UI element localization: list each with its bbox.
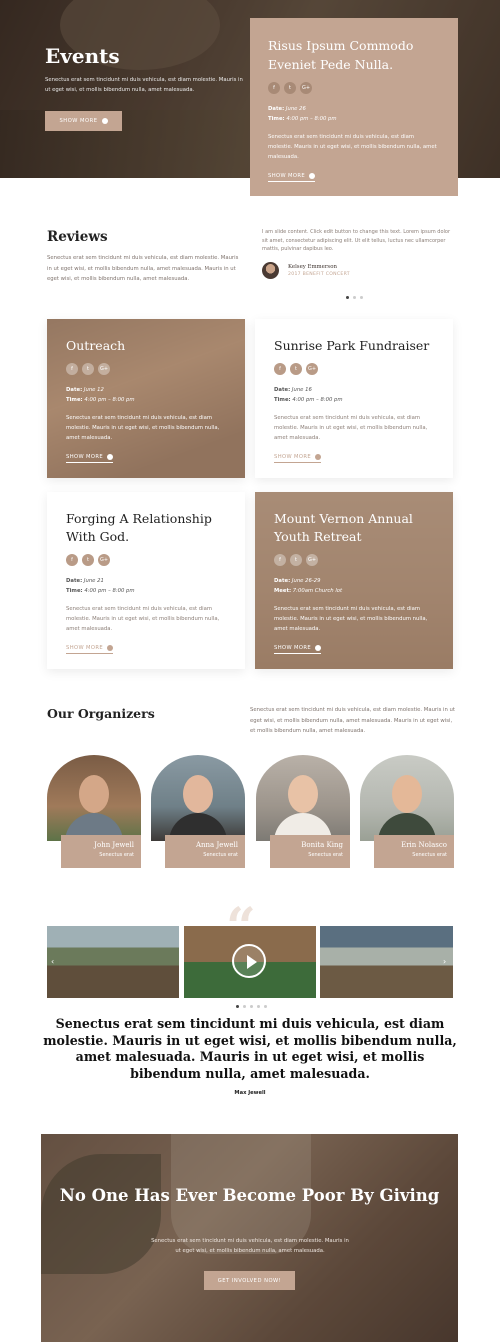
slider-dot[interactable]	[250, 1005, 253, 1008]
event-card-forging-relationship: Forging A Relationship With God. f t G+ …	[47, 492, 245, 669]
hero-show-more-button[interactable]: Show More	[45, 111, 122, 131]
hero-text: Senectus erat sem tincidunt mi duis vehi…	[45, 77, 243, 93]
testimonial-author-name: Kelsey Emmerson	[288, 264, 337, 270]
gallery-video-thumbnail[interactable]	[184, 926, 316, 998]
event-meta: Date: June 26 Time: 4:00 pm – 8:00 pm	[268, 106, 337, 122]
facebook-icon[interactable]: f	[66, 363, 78, 375]
organizer-card[interactable]: Erin Nolasco Senectus erat	[360, 755, 454, 870]
play-icon[interactable]	[232, 944, 266, 978]
facebook-icon[interactable]: f	[274, 363, 286, 375]
event-meta: Date: June 26-29 Meet: 7:00am Church lot	[274, 578, 343, 594]
event-text: Senectus erat sem tincidunt mi duis vehi…	[274, 606, 428, 632]
gallery-dots	[236, 1005, 267, 1008]
event-text: Senectus erat sem tincidunt mi duis vehi…	[66, 415, 220, 441]
twitter-icon[interactable]: t	[82, 554, 94, 566]
slider-dot[interactable]	[236, 1005, 239, 1008]
google-plus-icon[interactable]: G+	[98, 363, 110, 375]
slider-dot[interactable]	[346, 296, 349, 299]
social-share: f t G+	[66, 554, 226, 566]
facebook-icon[interactable]: f	[268, 82, 280, 94]
organizer-photo	[256, 755, 350, 841]
event-card-outreach: Outreach f t G+ Date: June 12 Time: 4:00…	[47, 319, 245, 478]
event-title: Forging A Relationship With God.	[66, 511, 212, 544]
organizer-photo	[360, 755, 454, 841]
google-plus-icon[interactable]: G+	[300, 82, 312, 94]
organizer-name: John Jewell	[94, 841, 134, 849]
get-involved-button[interactable]: Get Involved Now!	[204, 1271, 295, 1290]
slider-dot[interactable]	[360, 296, 363, 299]
reviews-title: Reviews	[47, 229, 108, 245]
slider-dot[interactable]	[243, 1005, 246, 1008]
organizer-name: Anna Jewell	[195, 841, 238, 849]
social-share: f t G+	[268, 82, 440, 94]
twitter-icon[interactable]: t	[290, 363, 302, 375]
social-share: f t G+	[274, 363, 434, 375]
organizer-name: Bonita King	[301, 841, 343, 849]
event-title: Outreach	[66, 338, 126, 353]
testimonial-text: I am slide content. Click edit button to…	[262, 229, 451, 252]
organizer-role: Senectus erat	[412, 852, 447, 858]
arrow-right-icon	[101, 118, 108, 124]
slider-dot[interactable]	[257, 1005, 260, 1008]
event-show-more-link[interactable]: Show More	[66, 454, 114, 463]
google-plus-icon[interactable]: G+	[306, 554, 318, 566]
organizers-text: Senectus erat sem tincidunt mi duis vehi…	[250, 707, 455, 734]
google-plus-icon[interactable]: G+	[306, 363, 318, 375]
organizer-card[interactable]: John Jewell Senectus erat	[47, 755, 141, 870]
organizer-card[interactable]: Anna Jewell Senectus erat	[151, 755, 245, 870]
arrow-right-icon	[107, 454, 114, 460]
slider-dots	[346, 296, 363, 299]
event-show-more-link[interactable]: Show More	[274, 645, 322, 654]
hero-title: Events	[45, 44, 120, 68]
organizer-card[interactable]: Bonita King Senectus erat	[256, 755, 350, 870]
arrow-right-icon	[309, 173, 316, 179]
organizer-role: Senectus erat	[203, 852, 238, 858]
slider-dot[interactable]	[264, 1005, 267, 1008]
event-card-mount-vernon: Mount Vernon Annual Youth Retreat f t G+…	[255, 492, 453, 669]
testimonial-author-role: 2017 Benefit Concert	[288, 272, 350, 277]
avatar	[262, 262, 279, 279]
giving-title: No One Has Ever Become Poor By Giving	[59, 1186, 440, 1205]
quote-text: Senectus erat sem tincidunt mi duis vehi…	[43, 1016, 457, 1081]
arrow-right-icon	[315, 645, 322, 651]
organizers-title: Our Organizers	[47, 706, 155, 721]
arrow-right-icon	[315, 454, 322, 460]
quote-author: Max Jewell	[234, 1090, 266, 1096]
event-meta: Date: June 12 Time: 4:00 pm – 8:00 pm	[66, 387, 135, 403]
event-text: Senectus erat sem tincidunt mi duis vehi…	[66, 606, 220, 632]
facebook-icon[interactable]: f	[274, 554, 286, 566]
facebook-icon[interactable]: f	[66, 554, 78, 566]
event-text: Senectus erat sem tincidunt mi duis vehi…	[274, 415, 428, 441]
featured-event-title: Risus Ipsum Commodo Eveniet Pede Nulla.	[268, 38, 414, 72]
chevron-left-icon[interactable]: ‹	[51, 957, 54, 966]
organizer-role: Senectus erat	[99, 852, 134, 858]
reviews-text: Senectus erat sem tincidunt mi duis vehi…	[47, 255, 239, 282]
event-meta: Date: June 16 Time: 4:00 pm – 8:00 pm	[274, 387, 343, 403]
event-title: Sunrise Park Fundraiser	[274, 338, 430, 353]
social-share: f t G+	[274, 554, 434, 566]
event-card-sunrise-park: Sunrise Park Fundraiser f t G+ Date: Jun…	[255, 319, 453, 478]
google-plus-icon[interactable]: G+	[98, 554, 110, 566]
organizer-role: Senectus erat	[308, 852, 343, 858]
giving-text: Senectus erat sem tincidunt mi duis vehi…	[151, 1238, 349, 1254]
organizer-name: Erin Nolasco	[401, 841, 447, 849]
event-meta: Date: June 21 Time: 4:00 pm – 8:00 pm	[66, 578, 135, 594]
gallery-image-guitar[interactable]	[47, 926, 179, 998]
gallery-image-landscape[interactable]	[320, 926, 453, 998]
event-title: Mount Vernon Annual Youth Retreat	[274, 511, 413, 544]
organizer-photo	[151, 755, 245, 841]
slider-dot[interactable]	[353, 296, 356, 299]
twitter-icon[interactable]: t	[284, 82, 296, 94]
event-show-more-link[interactable]: Show More	[66, 645, 114, 654]
twitter-icon[interactable]: t	[82, 363, 94, 375]
chevron-right-icon[interactable]: ›	[443, 957, 446, 966]
twitter-icon[interactable]: t	[290, 554, 302, 566]
featured-event-card: Risus Ipsum Commodo Eveniet Pede Nulla. …	[250, 18, 458, 196]
event-show-more-link[interactable]: Show More	[274, 454, 322, 463]
featured-event-show-more-link[interactable]: Show More	[268, 173, 316, 182]
social-share: f t G+	[66, 363, 226, 375]
featured-event-text: Senectus erat sem tincidunt mi duis vehi…	[268, 134, 437, 160]
organizer-photo	[47, 755, 141, 841]
arrow-right-icon	[107, 645, 114, 651]
